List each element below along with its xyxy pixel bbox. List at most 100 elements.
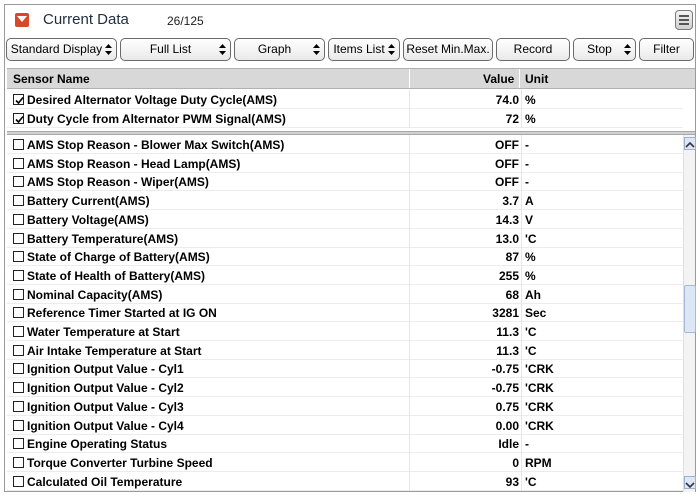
cell-divider (409, 471, 410, 491)
scroll-thumb[interactable] (684, 285, 696, 333)
row-checkbox[interactable] (13, 419, 24, 431)
cell-divider (409, 434, 410, 454)
stop-dropdown[interactable]: Stop (573, 38, 636, 61)
table-row[interactable]: Water Temperature at Start 11.3 'C (7, 322, 683, 341)
cell-divider (409, 90, 410, 109)
row-checkbox[interactable] (13, 176, 24, 188)
sensor-name: Ignition Output Value - Cyl4 (27, 418, 184, 433)
items-list-label: Items List (333, 42, 385, 56)
items-list-dropdown[interactable]: Items List (328, 38, 400, 61)
sensor-value: OFF (495, 175, 519, 190)
sensor-value: 13.0 (495, 231, 519, 246)
sensor-value: 68 (505, 287, 519, 302)
page-title: Current Data (43, 11, 129, 28)
row-checkbox[interactable] (13, 269, 24, 281)
table-row[interactable]: Battery Current(AMS) 3.7 A (7, 191, 683, 211)
row-checkbox[interactable] (13, 94, 24, 105)
column-divider[interactable] (409, 69, 410, 88)
full-list-dropdown[interactable]: Full List (120, 38, 231, 61)
sensor-name: Battery Temperature(AMS) (27, 231, 179, 246)
updown-arrow-icon (105, 44, 112, 55)
sensor-unit: % (525, 112, 536, 126)
standard-display-dropdown[interactable]: Standard Display (6, 38, 117, 61)
sensor-unit: 'C (525, 325, 537, 339)
collapse-icon[interactable] (15, 13, 29, 27)
sensor-name: AMS Stop Reason - Wiper(AMS) (27, 175, 209, 190)
menu-icon[interactable] (675, 10, 693, 30)
table-row[interactable]: Reference Timer Started at IG ON 3281 Sec (7, 303, 683, 323)
cell-divider (409, 415, 410, 435)
sensor-unit: - (525, 437, 529, 452)
checkmark-icon (15, 96, 24, 105)
graph-dropdown[interactable]: Graph (234, 38, 325, 61)
cell-divider (521, 191, 522, 211)
row-checkbox[interactable] (13, 363, 24, 375)
sensor-value: 87 (505, 250, 519, 265)
sensor-name: Calculated Oil Temperature (27, 474, 183, 489)
row-checkbox[interactable] (13, 382, 24, 394)
table-row[interactable]: Nominal Capacity(AMS) 68 Ah (7, 284, 683, 304)
table-row[interactable]: State of Charge of Battery(AMS) 87% (7, 247, 683, 267)
table-row[interactable]: Battery Temperature(AMS) 13.0 'C (7, 228, 683, 248)
scroll-down-button[interactable] (684, 476, 696, 489)
row-checkbox[interactable] (13, 213, 24, 225)
row-checkbox[interactable] (13, 195, 24, 207)
sensor-unit: % (525, 93, 536, 107)
column-header-unit[interactable]: Unit (525, 72, 548, 86)
table-row[interactable]: Ignition Output Value - Cyl1 -0.75 'CRK (7, 359, 683, 379)
standard-display-label: Standard Display (10, 42, 103, 56)
reset-min-max-button[interactable]: Reset Min.Max. (403, 38, 493, 61)
checkmark-icon (15, 115, 24, 124)
cell-divider (409, 109, 410, 128)
row-checkbox[interactable] (13, 139, 24, 150)
column-header-value[interactable]: Value (483, 72, 514, 86)
row-checkbox[interactable] (13, 456, 24, 468)
sensor-unit: 'CRK (525, 418, 554, 433)
table-row[interactable]: Engine Operating Status Idle - (7, 434, 683, 454)
filter-button[interactable]: Filter (639, 38, 694, 61)
sensor-value: OFF (495, 156, 519, 171)
record-button[interactable]: Record (496, 38, 570, 61)
table-row[interactable]: State of Health of Battery(AMS) 255% (7, 265, 683, 285)
sensor-list: AMS Stop Reason - Blower Max Switch(AMS)… (7, 135, 683, 492)
row-checkbox[interactable] (13, 288, 24, 300)
table-row[interactable]: Ignition Output Value - Cyl3 0.75 'CRK (7, 396, 683, 416)
row-checkbox[interactable] (13, 232, 24, 244)
sensor-name: Water Temperature at Start (27, 325, 180, 339)
table-row[interactable]: Battery Voltage(AMS) 14.3 V (7, 209, 683, 229)
row-checkbox[interactable] (13, 400, 24, 412)
table-row[interactable]: Desired Alternator Voltage Duty Cycle(AM… (7, 90, 683, 109)
column-header-name[interactable]: Sensor Name (13, 72, 90, 86)
updown-arrow-icon (388, 44, 395, 55)
row-checkbox[interactable] (13, 251, 24, 263)
sensor-unit: - (525, 175, 529, 190)
graph-label: Graph (257, 42, 292, 56)
sensor-name: Nominal Capacity(AMS) (27, 287, 163, 302)
scroll-up-button[interactable] (684, 137, 696, 150)
row-checkbox[interactable] (13, 326, 24, 337)
row-checkbox[interactable] (13, 438, 24, 450)
table-row[interactable]: Duty Cycle from Alternator PWM Signal(AM… (7, 109, 683, 128)
sensor-unit: V (525, 212, 534, 227)
cell-divider (521, 247, 522, 267)
row-checkbox[interactable] (13, 344, 24, 356)
table-row[interactable]: Ignition Output Value - Cyl2 -0.75 'CRK (7, 378, 683, 398)
vertical-scrollbar[interactable] (683, 135, 696, 492)
cell-divider (521, 265, 522, 285)
stop-label: Stop (587, 42, 612, 56)
table-row[interactable]: AMS Stop Reason - Wiper(AMS) OFF - (7, 172, 683, 192)
table-row[interactable]: Ignition Output Value - Cyl4 0.00 'CRK (7, 415, 683, 435)
table-row[interactable]: Calculated Oil Temperature 93 'C (7, 471, 683, 491)
table-row[interactable]: AMS Stop Reason - Head Lamp(AMS) OFF - (7, 153, 683, 173)
row-checkbox[interactable] (13, 157, 24, 169)
full-list-label: Full List (149, 42, 192, 56)
row-checkbox[interactable] (13, 307, 24, 319)
table-row[interactable]: Air Intake Temperature at Start 11.3 'C (7, 340, 683, 360)
row-checkbox[interactable] (13, 113, 24, 124)
row-checkbox[interactable] (13, 475, 24, 487)
table-row[interactable]: Torque Converter Turbine Speed 0 RPM (7, 452, 683, 472)
cell-divider (409, 396, 410, 416)
sensor-value: 255 (498, 268, 519, 283)
column-divider[interactable] (519, 69, 520, 88)
table-row[interactable]: AMS Stop Reason - Blower Max Switch(AMS)… (7, 135, 683, 154)
